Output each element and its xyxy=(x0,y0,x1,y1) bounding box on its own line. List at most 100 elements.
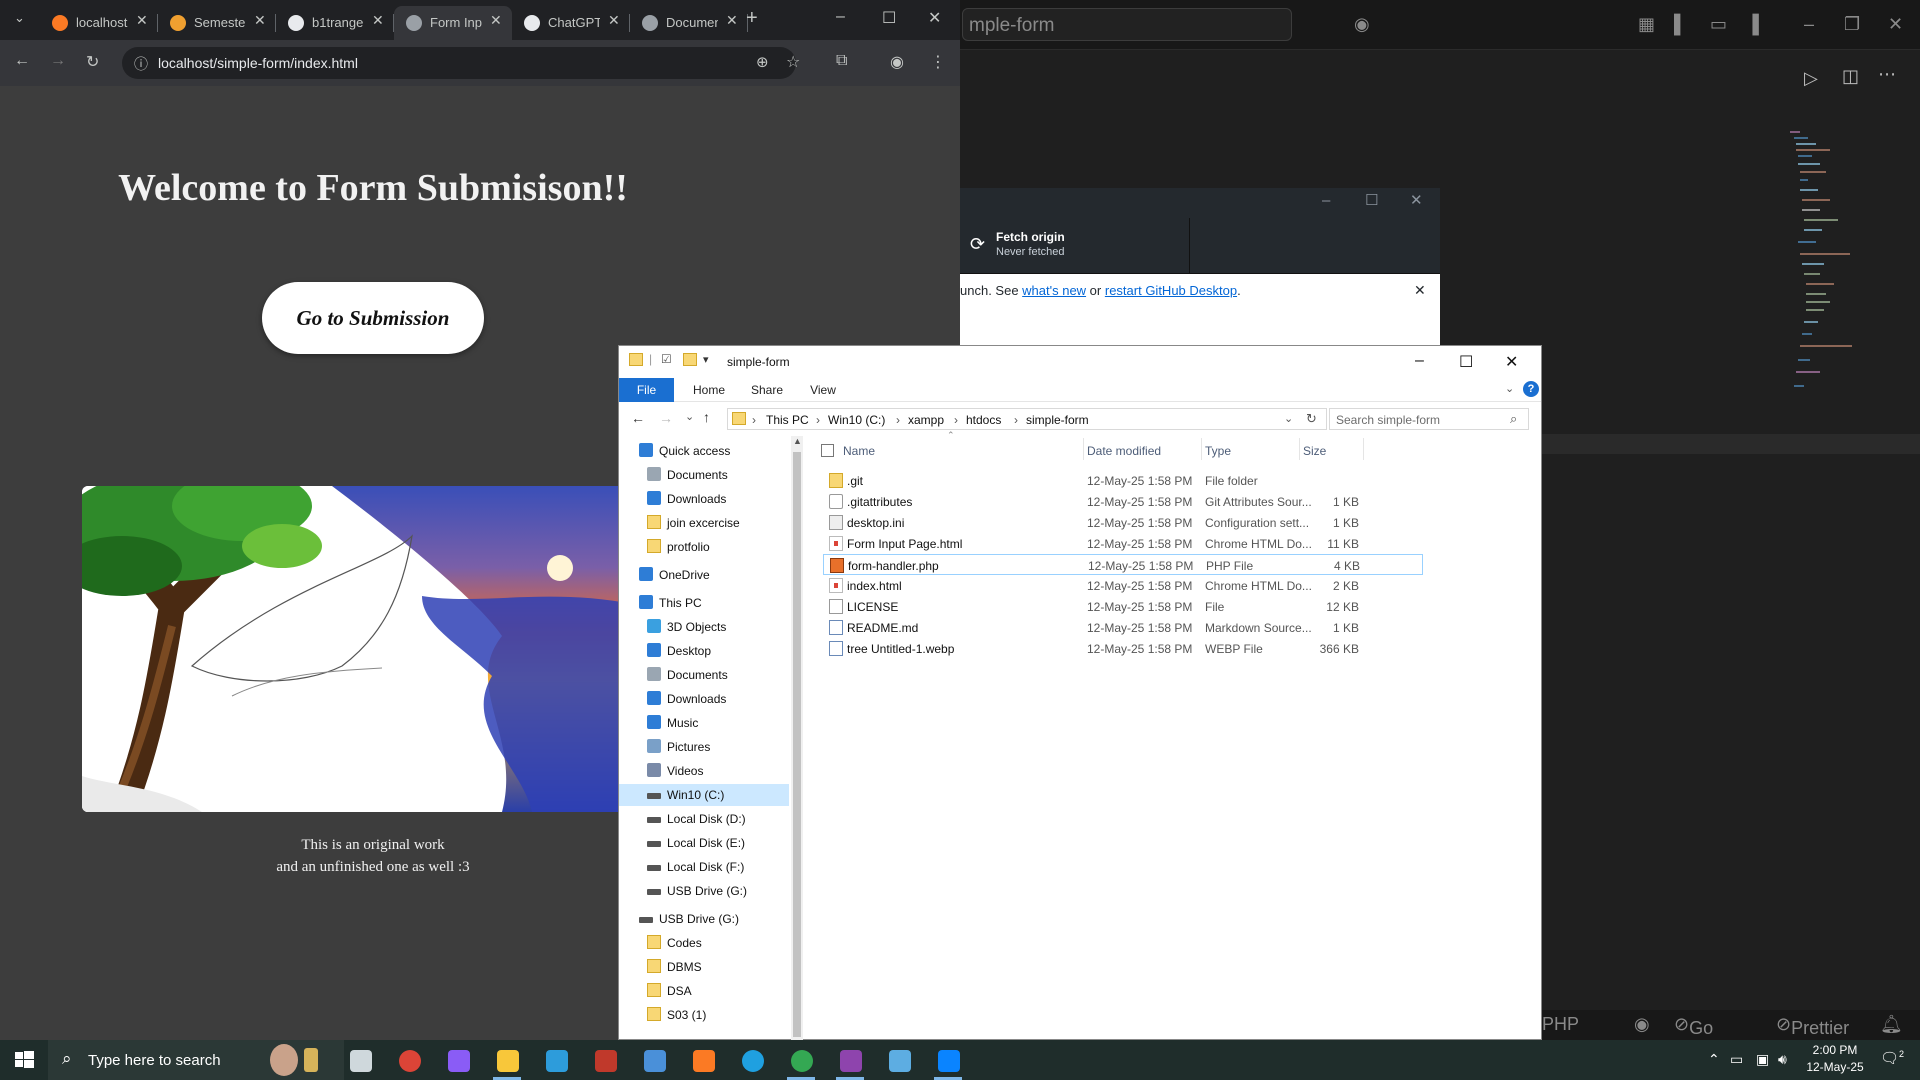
file-row[interactable]: .git 12-May-25 1:58 PM File folder xyxy=(823,470,1423,491)
browser-tab[interactable]: Document ✕ xyxy=(630,6,748,40)
back-icon[interactable]: ← xyxy=(14,52,30,70)
nav-item[interactable]: USB Drive (G:) xyxy=(619,880,789,902)
file-row[interactable]: LICENSE 12-May-25 1:58 PM File 12 KB xyxy=(823,596,1423,617)
scroll-up-icon[interactable]: ▲ xyxy=(793,436,802,446)
toggle-secondary-sidebar-icon[interactable]: ▐ xyxy=(1746,14,1768,34)
nav-item[interactable]: 3D Objects xyxy=(619,616,789,638)
navigation-pane[interactable]: Quick access Documents Downloads join excer… xyxy=(619,436,799,1041)
nav-item[interactable]: OneDrive xyxy=(619,564,789,586)
taskbar-app-copilot[interactable] xyxy=(438,1044,478,1076)
more-actions-icon[interactable]: ⋯ xyxy=(1878,64,1896,85)
tab-search-icon[interactable]: ⌄ xyxy=(14,10,25,26)
nav-item[interactable]: join excercise xyxy=(619,512,789,534)
column-name[interactable]: Name xyxy=(843,444,875,458)
browser-tab[interactable]: b1trange ✕ xyxy=(276,6,394,40)
volume-icon[interactable]: 🔊︎ xyxy=(1778,1051,1787,1068)
browser-tab[interactable]: localhost ✕ xyxy=(40,6,158,40)
column-size[interactable]: Size xyxy=(1303,444,1326,458)
browser-tab[interactable]: Semester ✕ xyxy=(158,6,276,40)
crumb-win10[interactable]: Win10 (C:) xyxy=(828,413,885,427)
expand-ribbon-icon[interactable]: ⌄ xyxy=(1505,382,1514,395)
nav-item[interactable]: DSA xyxy=(619,980,789,1002)
restart-link[interactable]: restart GitHub Desktop xyxy=(1105,283,1237,298)
taskbar-app-github-desktop[interactable] xyxy=(830,1044,870,1080)
nav-item[interactable]: DBMS xyxy=(619,956,789,978)
tab-close-icon[interactable]: ✕ xyxy=(490,12,502,29)
menu-icon[interactable]: ⋮ xyxy=(930,52,946,72)
explorer-minimize-icon[interactable]: – xyxy=(1415,352,1424,370)
tab-view[interactable]: View xyxy=(803,378,843,402)
copilot-icon[interactable]: ◉ xyxy=(1354,14,1376,34)
explorer-maximize-icon[interactable]: ☐ xyxy=(1459,352,1473,372)
new-folder-icon[interactable] xyxy=(683,353,697,366)
address-bar[interactable]: ⓘ localhost/simple-form/index.html ⊕ xyxy=(122,47,796,79)
minimap[interactable] xyxy=(1790,130,1860,410)
taskbar-app-chrome-running[interactable] xyxy=(781,1044,821,1080)
show-hidden-icons-icon[interactable]: ⌃ xyxy=(1708,1051,1720,1068)
tab-home[interactable]: Home xyxy=(689,378,729,402)
taskbar-app-edge[interactable] xyxy=(732,1044,772,1076)
device-icon[interactable]: ▣ xyxy=(1756,1051,1769,1068)
tab-close-icon[interactable]: ✕ xyxy=(136,12,148,29)
copilot-status-icon[interactable]: ◉ xyxy=(1634,1014,1650,1035)
taskbar-app-vscode[interactable] xyxy=(928,1044,968,1080)
chrome-minimize-icon[interactable]: – xyxy=(836,8,845,26)
tab-close-icon[interactable]: ✕ xyxy=(608,12,620,29)
bookmark-star-icon[interactable]: ☆ xyxy=(786,52,800,72)
profile-icon[interactable]: ◉ xyxy=(890,52,904,72)
crumb-arrow-icon[interactable]: › xyxy=(954,413,958,427)
crumb-arrow-icon[interactable]: › xyxy=(752,413,756,427)
site-info-icon[interactable]: ⓘ xyxy=(134,54,148,74)
extensions-icon[interactable]: ⧉ xyxy=(836,52,847,70)
select-all-checkbox[interactable] xyxy=(821,444,834,457)
column-divider[interactable] xyxy=(1083,438,1084,460)
explorer-close-icon[interactable]: ✕ xyxy=(1505,352,1518,372)
taskbar-app-chrome[interactable] xyxy=(389,1044,429,1076)
explorer-forward-icon[interactable]: → xyxy=(659,410,673,426)
crumb-arrow-icon[interactable]: › xyxy=(816,413,820,427)
refresh-icon[interactable]: ↻ xyxy=(1306,411,1317,427)
file-row[interactable]: form-handler.php 12-May-25 1:58 PM PHP Fil… xyxy=(823,554,1423,575)
explorer-address-bar[interactable]: › This PC › Win10 (C:) › xampp › htdocs … xyxy=(727,408,1327,430)
ghd-minimize-icon[interactable]: – xyxy=(1322,192,1330,209)
toggle-panel-icon[interactable]: ▭ xyxy=(1710,14,1732,34)
crumb-arrow-icon[interactable]: › xyxy=(896,413,900,427)
nav-item[interactable]: Music xyxy=(619,712,789,734)
crumb-this-pc[interactable]: This PC xyxy=(766,413,809,427)
nav-item[interactable]: This PC xyxy=(619,592,789,614)
zoom-icon[interactable]: ⊕ xyxy=(756,53,769,71)
crumb-htdocs[interactable]: htdocs xyxy=(966,413,1001,427)
column-date-modified[interactable]: Date modified xyxy=(1087,444,1161,458)
taskbar-app-xampp[interactable] xyxy=(683,1044,723,1076)
nav-item[interactable]: Documents xyxy=(619,664,789,686)
crumb-xampp[interactable]: xampp xyxy=(908,413,944,427)
taskbar-app-photos[interactable] xyxy=(585,1044,625,1076)
nav-item[interactable]: S03 (1) xyxy=(619,1004,789,1026)
chrome-close-icon[interactable]: ✕ xyxy=(928,8,941,28)
restore-icon[interactable]: ❐ xyxy=(1844,14,1866,34)
tab-close-icon[interactable]: ✕ xyxy=(726,12,738,29)
column-divider[interactable] xyxy=(1201,438,1202,460)
tab-file[interactable]: File xyxy=(619,378,674,402)
start-button[interactable] xyxy=(0,1040,48,1080)
browser-tab[interactable]: Form Input ✕ xyxy=(394,6,512,40)
nav-scrollbar[interactable]: ▲ xyxy=(791,436,803,1041)
go-to-submission-button[interactable]: Go to Submission xyxy=(262,282,484,354)
file-row[interactable]: README.md 12-May-25 1:58 PM Markdown Sourc… xyxy=(823,617,1423,638)
nav-item[interactable]: Desktop xyxy=(619,640,789,662)
status-php[interactable]: PHP xyxy=(1542,1014,1579,1035)
explorer-search-input[interactable]: Search simple-form ⌕ xyxy=(1329,408,1529,430)
nav-item[interactable]: Local Disk (F:) xyxy=(619,856,789,878)
taskbar-app-task-view[interactable] xyxy=(340,1044,380,1076)
help-icon[interactable]: ? xyxy=(1523,381,1539,397)
file-row[interactable]: index.html 12-May-25 1:58 PM Chrome HTML D… xyxy=(823,575,1423,596)
taskbar-app-3d-app[interactable] xyxy=(634,1044,674,1076)
status-go-live[interactable]: ⊘ Go Live xyxy=(1674,1014,1722,1059)
new-tab-icon[interactable]: + xyxy=(746,7,758,30)
banner-close-icon[interactable]: ✕ xyxy=(1414,282,1426,299)
nav-item[interactable]: Local Disk (E:) xyxy=(619,832,789,854)
status-prettier[interactable]: ⊘ Prettier xyxy=(1776,1014,1849,1038)
customize-qat-icon[interactable]: ▾ xyxy=(703,353,709,366)
minimize-icon[interactable]: – xyxy=(1804,14,1826,34)
nav-item[interactable]: Videos xyxy=(619,760,789,782)
